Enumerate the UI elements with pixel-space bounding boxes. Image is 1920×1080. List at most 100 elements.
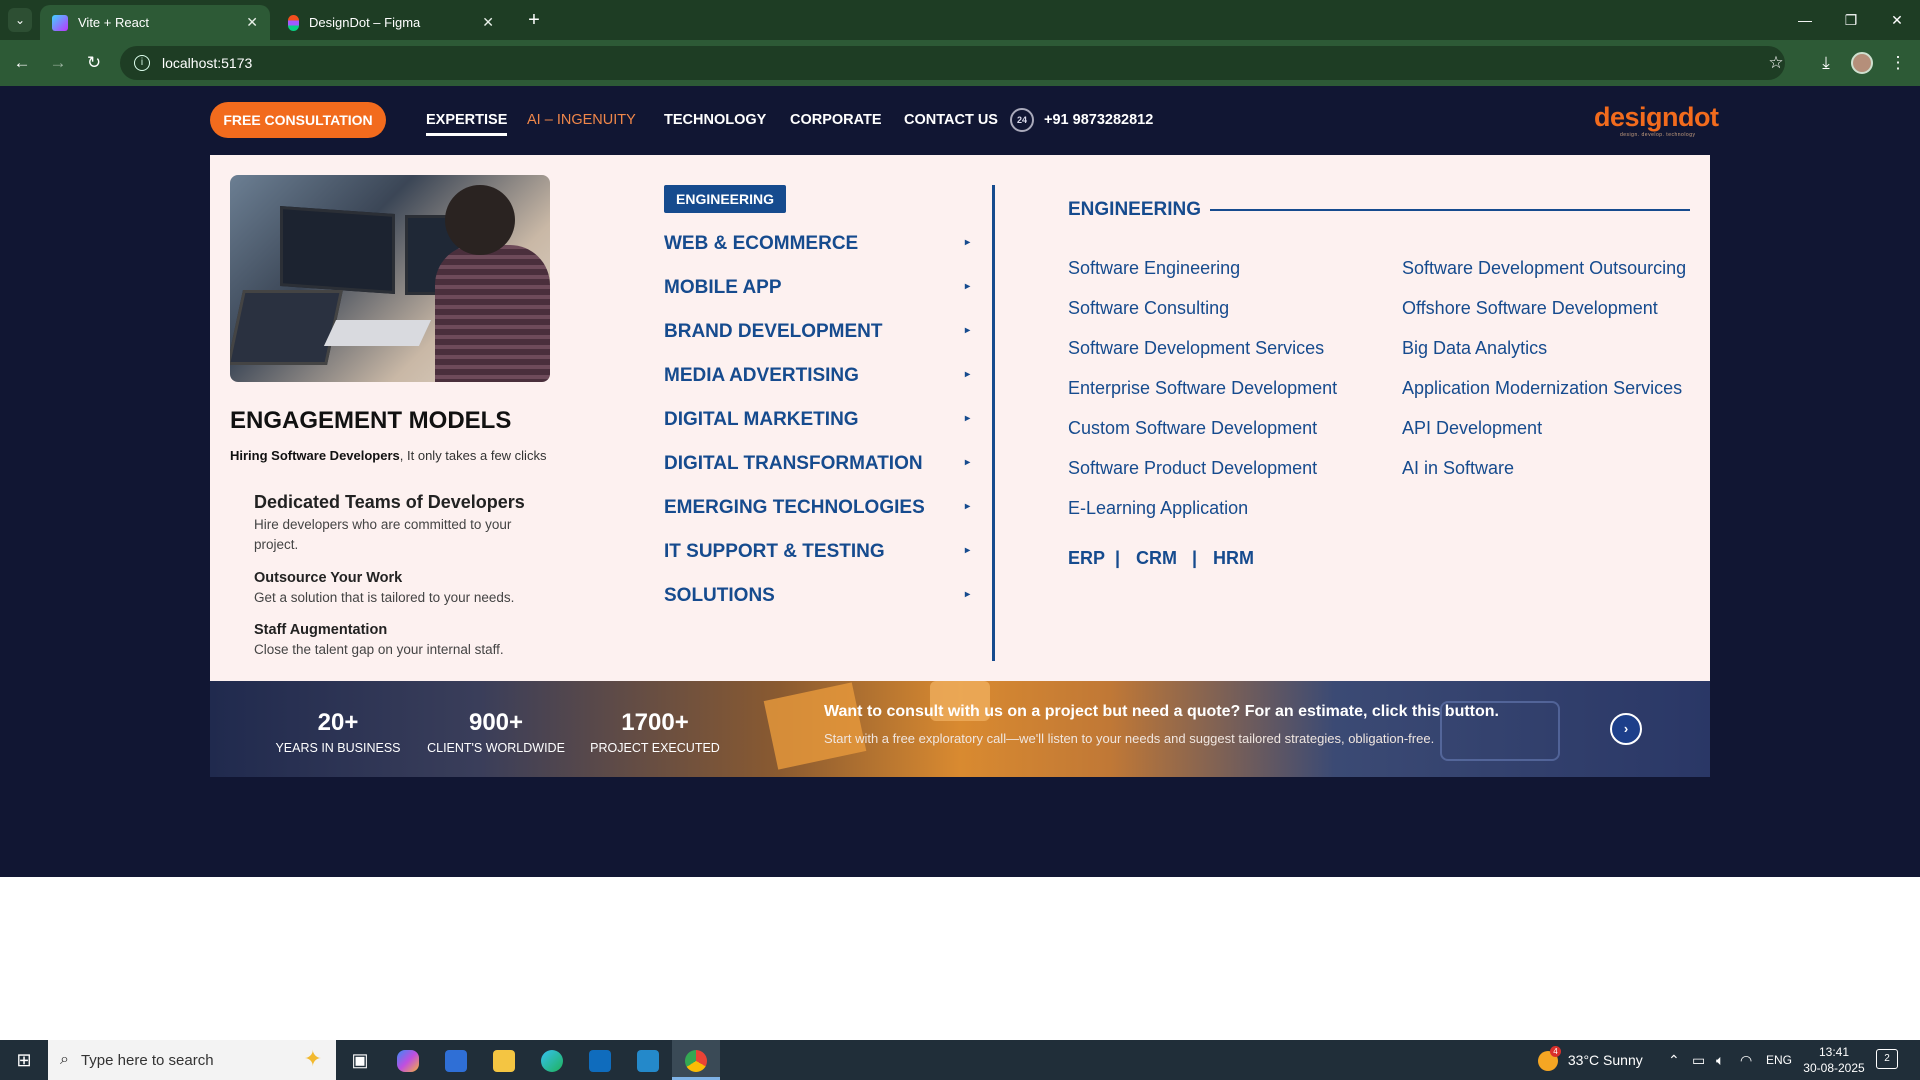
windows-start-icon[interactable]: ⊞: [0, 1040, 48, 1080]
model-outsource[interactable]: Outsource Your Work Get a solution that …: [254, 570, 554, 608]
browser-tab-strip: ⌄ Vite + React ✕ DesignDot – Figma ✕ + —…: [0, 0, 1920, 40]
minimize-icon[interactable]: —: [1782, 0, 1828, 40]
quote-arrow-button[interactable]: ›: [1610, 713, 1642, 745]
tray-overflow-icon[interactable]: ⌃: [1668, 1040, 1680, 1080]
service-link[interactable]: Software Engineering: [1068, 258, 1240, 279]
tab-title: Vite + React: [78, 15, 149, 30]
service-link[interactable]: Application Modernization Services: [1402, 378, 1682, 399]
outlook-icon[interactable]: [576, 1040, 624, 1080]
service-link[interactable]: Software Product Development: [1068, 458, 1317, 479]
crm-link[interactable]: CRM: [1136, 548, 1177, 569]
category-solutions[interactable]: SOLUTIONS ▸: [664, 585, 970, 607]
new-tab-icon[interactable]: +: [520, 6, 548, 34]
bookmark-star-icon[interactable]: ☆: [1762, 49, 1790, 77]
category-brand-development[interactable]: BRAND DEVELOPMENT ▸: [664, 321, 970, 343]
file-explorer-icon[interactable]: [480, 1040, 528, 1080]
edge-icon[interactable]: [528, 1040, 576, 1080]
service-link[interactable]: AI in Software: [1402, 458, 1514, 479]
weather-alert-badge: 4: [1550, 1046, 1561, 1057]
service-link[interactable]: Offshore Software Development: [1402, 298, 1658, 319]
tab-vite-react[interactable]: Vite + React ✕: [40, 5, 270, 40]
network-icon[interactable]: ◠: [1740, 1040, 1752, 1080]
chevron-right-icon: ▸: [964, 545, 970, 556]
tab-figma[interactable]: DesignDot – Figma ✕: [276, 5, 506, 40]
chevron-right-icon: ▸: [964, 281, 970, 292]
nav-corporate[interactable]: CORPORATE: [790, 112, 882, 128]
chevron-right-icon: ▸: [964, 325, 970, 336]
forward-icon[interactable]: →: [44, 49, 72, 77]
vscode-icon[interactable]: [624, 1040, 672, 1080]
model-desc: Get a solution that is tailored to your …: [254, 590, 515, 605]
clock-date: 30-08-2025: [1803, 1061, 1865, 1075]
nav-technology[interactable]: TECHNOLOGY: [664, 112, 766, 128]
service-link[interactable]: Software Development Outsourcing: [1402, 258, 1686, 279]
phone-number[interactable]: +91 9873282812: [1044, 112, 1153, 128]
volume-icon[interactable]: 🔈︎: [1716, 1040, 1724, 1080]
erp-link[interactable]: ERP: [1068, 548, 1105, 569]
model-staff-augmentation[interactable]: Staff Augmentation Close the talent gap …: [254, 622, 554, 660]
download-icon[interactable]: ⤓: [1812, 49, 1840, 77]
reload-icon[interactable]: ↻: [80, 49, 108, 77]
search-icon: ⌕: [60, 1051, 69, 1068]
restore-icon[interactable]: ❐: [1828, 0, 1874, 40]
stat-clients-number: 900+: [468, 709, 524, 736]
taskbar-search[interactable]: ⌕ Type here to search ✦: [48, 1040, 336, 1080]
back-icon[interactable]: ←: [8, 49, 36, 77]
figma-favicon-icon: [288, 14, 299, 31]
nav-contact-us[interactable]: CONTACT US: [904, 112, 998, 128]
browser-toolbar: ← → ↻ i localhost:5173 ☆ ⤓ ⋮: [0, 40, 1920, 86]
service-link[interactable]: Software Development Services: [1068, 338, 1324, 359]
notification-center-icon[interactable]: 2: [1876, 1049, 1898, 1069]
developer-photo: [230, 175, 550, 382]
category-digital-transformation[interactable]: DIGITAL TRANSFORMATION ▸: [664, 453, 970, 475]
weather-widget[interactable]: 4 33°C Sunny: [1538, 1040, 1643, 1080]
chevron-right-icon: ▸: [964, 589, 970, 600]
model-title: Dedicated Teams of Developers: [254, 492, 525, 512]
nav-ai-ingenuity[interactable]: AI – INGENUITY: [527, 112, 636, 128]
nav-expertise[interactable]: EXPERTISE: [426, 112, 508, 136]
meet-now-icon[interactable]: ▭: [1692, 1040, 1705, 1080]
service-link[interactable]: E-Learning Application: [1068, 498, 1248, 519]
copilot-icon[interactable]: [384, 1040, 432, 1080]
category-mobile-app[interactable]: MOBILE APP ▸: [664, 277, 970, 299]
category-web-ecommerce[interactable]: WEB & ECOMMERCE ▸: [664, 233, 970, 255]
taskbar-clock[interactable]: 13:41 30-08-2025: [1800, 1044, 1868, 1076]
chrome-icon[interactable]: [672, 1040, 720, 1080]
store-icon[interactable]: [432, 1040, 480, 1080]
section-title-rule: [1210, 209, 1690, 211]
service-link[interactable]: API Development: [1402, 418, 1542, 439]
service-link[interactable]: Software Consulting: [1068, 298, 1229, 319]
category-label: WEB & ECOMMERCE: [664, 233, 859, 254]
task-view-icon[interactable]: ▣: [336, 1040, 384, 1080]
category-label: EMERGING TECHNOLOGIES: [664, 497, 925, 518]
category-digital-marketing[interactable]: DIGITAL MARKETING ▸: [664, 409, 970, 431]
close-tab-icon[interactable]: ✕: [482, 14, 494, 31]
service-link[interactable]: Big Data Analytics: [1402, 338, 1547, 359]
person-body: [435, 245, 550, 382]
category-label: IT SUPPORT & TESTING: [664, 541, 885, 562]
designdot-logo[interactable]: designdot design. develop. technology: [1594, 102, 1719, 138]
logo-text: designdot: [1594, 102, 1719, 132]
menu-icon[interactable]: ⋮: [1884, 49, 1912, 77]
close-tab-icon[interactable]: ✕: [246, 14, 258, 31]
logo-tagline: design. develop. technology: [1620, 132, 1696, 138]
category-emerging-technologies[interactable]: EMERGING TECHNOLOGIES ▸: [664, 497, 970, 519]
stat-clients-label: CLIENT'S WORLDWIDE: [427, 741, 565, 755]
language-indicator[interactable]: ENG: [1766, 1040, 1792, 1080]
site-info-icon[interactable]: i: [134, 55, 150, 71]
category-it-support-testing[interactable]: IT SUPPORT & TESTING ▸: [664, 541, 970, 563]
close-window-icon[interactable]: ✕: [1874, 0, 1920, 40]
person-head: [445, 185, 515, 255]
model-dedicated-teams[interactable]: Dedicated Teams of Developers Hire devel…: [254, 492, 554, 555]
engineering-badge[interactable]: ENGINEERING: [664, 185, 787, 213]
address-bar[interactable]: i localhost:5173: [120, 46, 1785, 80]
category-media-advertising[interactable]: MEDIA ADVERTISING ▸: [664, 365, 970, 387]
profile-avatar[interactable]: [1851, 52, 1873, 74]
keyboard: [323, 320, 432, 346]
free-consultation-button[interactable]: FREE CONSULTATION: [210, 102, 386, 138]
service-link[interactable]: Custom Software Development: [1068, 418, 1317, 439]
hrm-link[interactable]: HRM: [1213, 548, 1254, 569]
service-link[interactable]: Enterprise Software Development: [1068, 378, 1337, 399]
engagement-subtitle-rest: , It only takes a few clicks: [399, 448, 547, 463]
tab-search-icon[interactable]: ⌄: [8, 8, 32, 32]
